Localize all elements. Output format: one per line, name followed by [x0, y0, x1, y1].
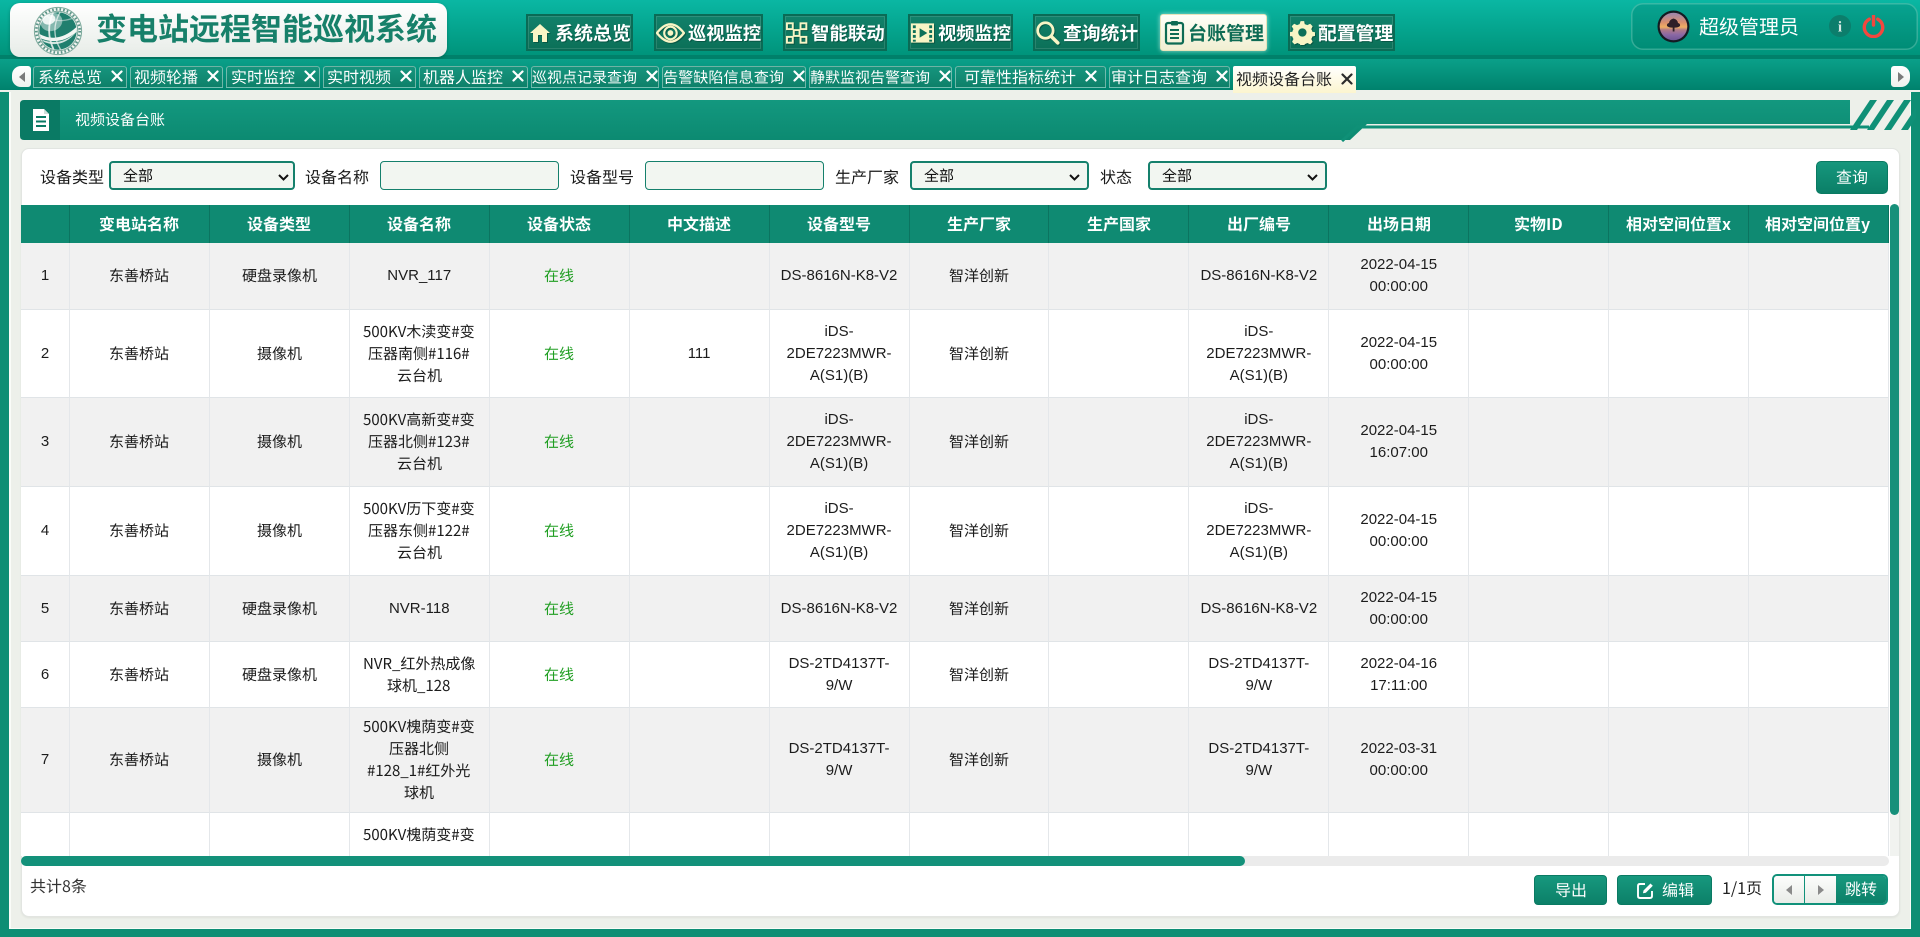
svg-text:i: i: [1838, 20, 1842, 36]
